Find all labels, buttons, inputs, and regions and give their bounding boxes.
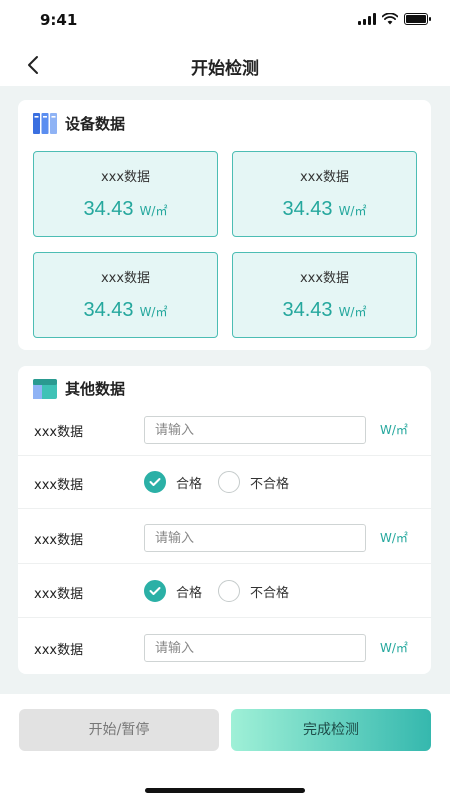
row-label: xxx数据 bbox=[34, 533, 84, 548]
radio-unchecked-indicator bbox=[218, 580, 241, 602]
table-icon bbox=[33, 378, 57, 399]
radio-checked-indicator bbox=[144, 580, 166, 602]
checkmark-icon bbox=[149, 478, 161, 486]
radio-label: 合格 bbox=[176, 476, 203, 492]
metric-unit: W/㎡ bbox=[139, 204, 168, 218]
finish-detection-button[interactable]: 完成检测 bbox=[231, 709, 431, 751]
metric-value-row: 34.43 W/㎡ bbox=[34, 299, 217, 322]
metric-card: xxx数据 34.43 W/㎡ bbox=[33, 151, 218, 237]
row-unit: W/㎡ bbox=[380, 641, 408, 655]
value-input[interactable] bbox=[144, 416, 366, 444]
battery-icon bbox=[404, 13, 431, 25]
row-label: xxx数据 bbox=[34, 425, 84, 440]
bottom-action-bar: 开始/暂停 完成检测 bbox=[0, 694, 450, 800]
radio-fail[interactable]: 不合格 bbox=[218, 471, 289, 493]
status-bar: 9:41 bbox=[0, 0, 450, 44]
metric-value-row: 34.43 W/㎡ bbox=[233, 198, 416, 221]
metric-value: 34.43 bbox=[83, 299, 134, 321]
value-input[interactable] bbox=[144, 524, 366, 552]
row-label: xxx数据 bbox=[34, 478, 84, 493]
radio-checked-indicator bbox=[144, 471, 166, 493]
form-row: xxx数据 W/㎡ bbox=[18, 404, 431, 456]
metric-unit: W/㎡ bbox=[338, 204, 367, 218]
home-indicator bbox=[145, 788, 305, 793]
metric-value: 34.43 bbox=[83, 198, 134, 220]
metric-label: xxx数据 bbox=[100, 271, 151, 286]
metric-value: 34.43 bbox=[282, 198, 333, 220]
radio-label: 不合格 bbox=[250, 476, 290, 492]
status-time: 9:41 bbox=[40, 11, 78, 29]
radio-pass[interactable]: 合格 bbox=[144, 580, 202, 602]
page-title: 开始检测 bbox=[191, 59, 259, 79]
device-data-header: 设备数据 bbox=[33, 112, 125, 134]
status-icons bbox=[358, 13, 431, 25]
radio-label: 合格 bbox=[176, 585, 203, 601]
form-row: xxx数据 合格 不合格 bbox=[18, 457, 431, 509]
row-unit: W/㎡ bbox=[380, 531, 408, 545]
metric-value-row: 34.43 W/㎡ bbox=[233, 299, 416, 322]
metric-card: xxx数据 34.43 W/㎡ bbox=[33, 252, 218, 338]
radio-label: 不合格 bbox=[250, 585, 290, 601]
wifi-icon bbox=[382, 13, 398, 25]
metric-value: 34.43 bbox=[282, 299, 333, 321]
metric-unit: W/㎡ bbox=[139, 305, 168, 319]
form-row: xxx数据 W/㎡ bbox=[18, 622, 431, 674]
other-data-card: 其他数据 xxx数据 W/㎡ xxx数据 合格 不合格 xxx数据 bbox=[18, 366, 431, 674]
metric-card: xxx数据 34.43 W/㎡ bbox=[232, 252, 417, 338]
other-data-header: 其他数据 bbox=[33, 378, 125, 399]
row-label: xxx数据 bbox=[34, 643, 84, 658]
device-data-title: 设备数据 bbox=[65, 114, 126, 133]
books-icon bbox=[33, 113, 57, 134]
metric-value-row: 34.43 W/㎡ bbox=[34, 198, 217, 221]
metric-unit: W/㎡ bbox=[338, 305, 367, 319]
pass-fail-radio-group: 合格 不合格 bbox=[144, 580, 305, 602]
row-unit: W/㎡ bbox=[380, 423, 408, 437]
form-row: xxx数据 W/㎡ bbox=[18, 512, 431, 564]
form-row: xxx数据 合格 不合格 bbox=[18, 566, 431, 618]
other-data-title: 其他数据 bbox=[65, 380, 126, 398]
device-data-card: 设备数据 xxx数据 34.43 W/㎡ xxx数据 34.43 W/㎡ xxx… bbox=[18, 100, 431, 350]
checkmark-icon bbox=[149, 587, 161, 595]
radio-unchecked-indicator bbox=[218, 471, 241, 493]
metric-card: xxx数据 34.43 W/㎡ bbox=[232, 151, 417, 237]
radio-fail[interactable]: 不合格 bbox=[218, 580, 289, 602]
row-label: xxx数据 bbox=[34, 587, 84, 602]
value-input[interactable] bbox=[144, 634, 366, 662]
metric-label: xxx数据 bbox=[100, 170, 151, 185]
pass-fail-radio-group: 合格 不合格 bbox=[144, 471, 305, 493]
cellular-signal-icon bbox=[358, 13, 376, 25]
metric-label: xxx数据 bbox=[299, 271, 350, 286]
radio-pass[interactable]: 合格 bbox=[144, 471, 202, 493]
metric-label: xxx数据 bbox=[299, 170, 350, 185]
nav-bar: 开始检测 bbox=[0, 44, 450, 86]
start-pause-button[interactable]: 开始/暂停 bbox=[19, 709, 219, 751]
